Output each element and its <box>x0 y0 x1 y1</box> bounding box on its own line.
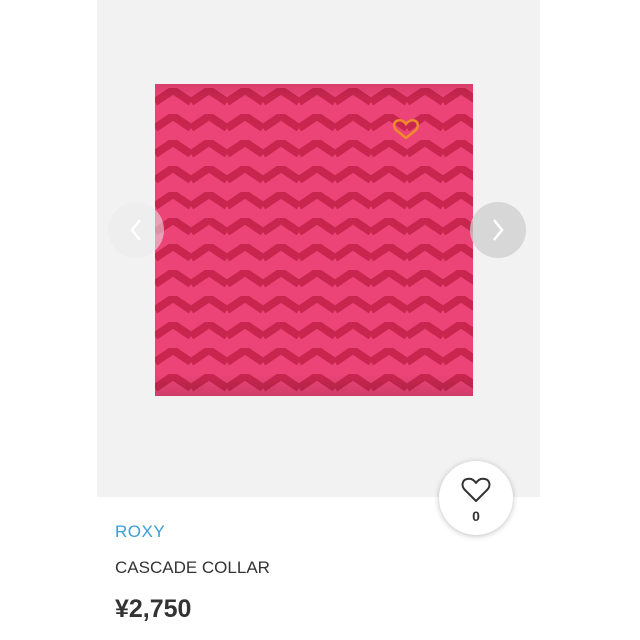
previous-image-button[interactable] <box>108 202 164 258</box>
product-image[interactable] <box>155 84 473 396</box>
product-price: ¥2,750 <box>115 595 192 623</box>
next-image-button[interactable] <box>470 202 526 258</box>
heart-icon <box>461 477 491 502</box>
chevron-right-icon <box>493 219 504 241</box>
product-photo-icon <box>155 84 473 396</box>
product-card <box>97 0 540 640</box>
like-count: 0 <box>472 508 480 524</box>
like-button[interactable]: 0 <box>439 461 513 535</box>
brand-link[interactable]: ROXY <box>115 522 165 542</box>
product-gallery <box>97 0 540 497</box>
chevron-left-icon <box>130 219 141 241</box>
product-name: CASCADE COLLAR <box>115 558 270 577</box>
